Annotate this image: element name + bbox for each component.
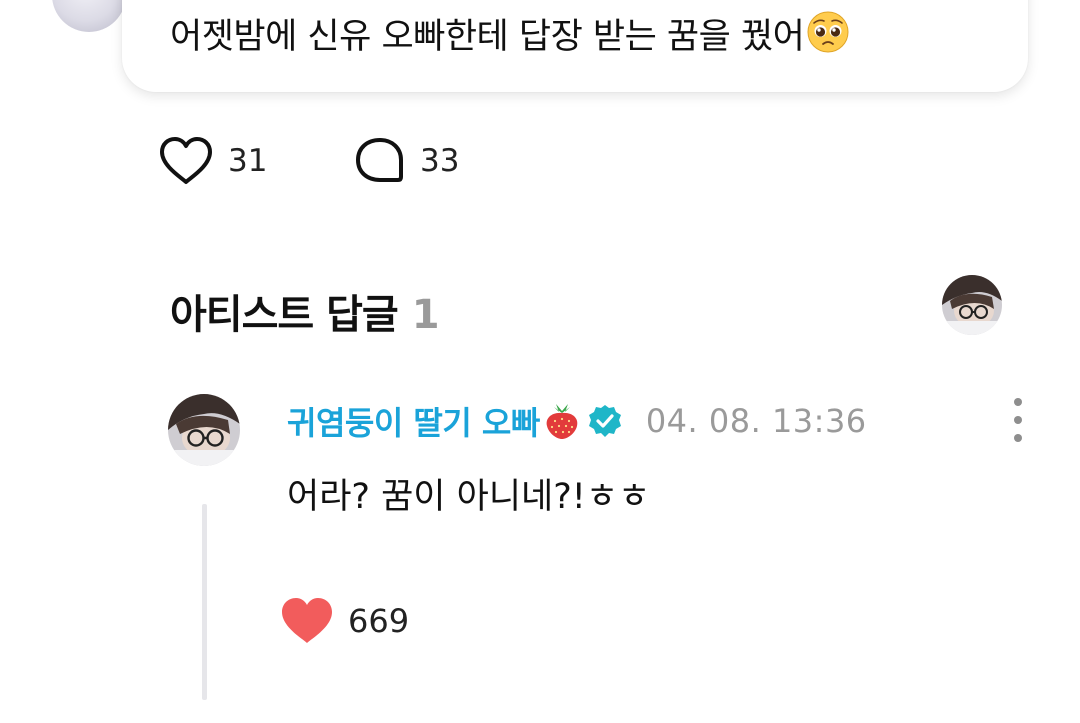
post-bubble: 어젯밤에 신유 오빠한테 답장 받는 꿈을 꿨어 xyxy=(122,0,1028,92)
heart-filled-icon xyxy=(282,598,332,643)
more-dot-icon xyxy=(1014,434,1022,442)
strawberry-icon xyxy=(546,404,578,439)
comment-bubble-icon xyxy=(356,138,403,182)
reply-text: 어라? 꿈이 아니네?!ㅎㅎ xyxy=(287,477,651,517)
post-comment-count: 33 xyxy=(420,143,460,179)
heart-outline-icon xyxy=(160,137,212,184)
artist-replies-title: 아티스트 답글 xyxy=(170,292,399,338)
artist-photo xyxy=(168,394,240,466)
more-dot-icon xyxy=(1014,416,1022,424)
artist-avatar-small[interactable] xyxy=(942,275,1002,335)
post-text-line: 어젯밤에 신유 오빠한테 답장 받는 꿈을 꿨어 xyxy=(170,8,850,59)
post-like-button[interactable]: 31 xyxy=(158,136,267,186)
verified-badge-icon xyxy=(588,405,621,437)
artist-photo-small xyxy=(942,275,1002,335)
reply-thread-line xyxy=(202,504,207,700)
reply-like-count: 669 xyxy=(348,602,410,640)
more-options-button[interactable] xyxy=(1003,398,1033,442)
artist-replies-count: 1 xyxy=(411,292,440,338)
pleading-face-icon xyxy=(807,11,849,53)
reply-header: 귀염둥이 딸기 오빠 04. 08. 13:36 xyxy=(287,398,867,444)
post-like-count: 31 xyxy=(228,143,268,179)
more-dot-icon xyxy=(1014,398,1022,406)
reply-author-avatar[interactable] xyxy=(168,394,240,466)
reply-author-name[interactable]: 귀염둥이 딸기 오빠 xyxy=(287,398,540,444)
artist-replies-header: 아티스트 답글 1 xyxy=(170,282,440,340)
reply-like-button[interactable]: 669 xyxy=(280,596,409,646)
post-comment-button[interactable]: 33 xyxy=(354,136,459,186)
post-author-avatar[interactable] xyxy=(52,0,126,32)
post-text: 어젯밤에 신유 오빠한테 답장 받는 꿈을 꿨어 xyxy=(170,17,805,57)
reply-timestamp: 04. 08. 13:36 xyxy=(645,402,867,440)
